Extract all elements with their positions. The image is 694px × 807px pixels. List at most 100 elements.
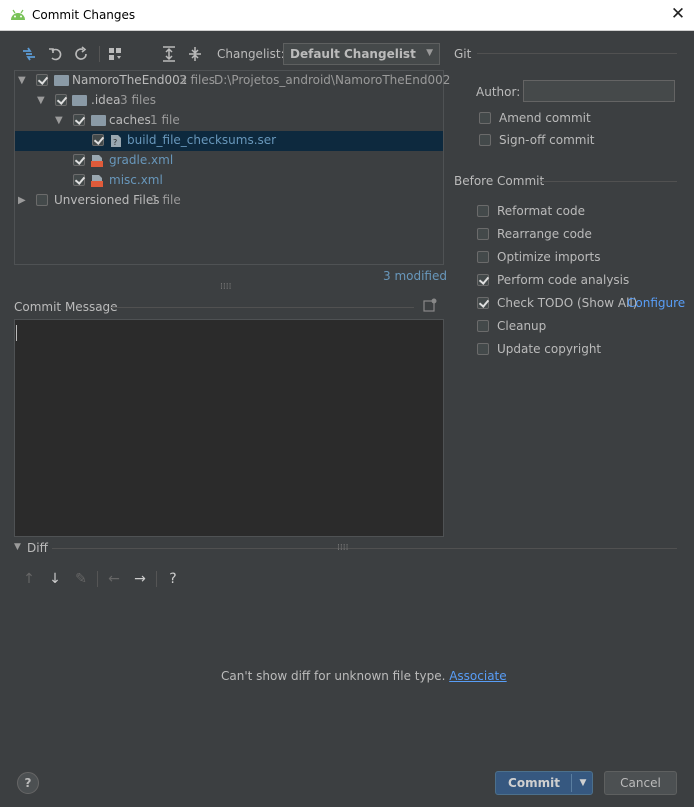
expand-arrow-icon[interactable]: ▼	[18, 75, 26, 86]
help-button[interactable]: ?	[17, 772, 39, 794]
tree-row-unversioned[interactable]: ▶ Unversioned Files 1 file	[15, 191, 443, 211]
rearrange-code-checkbox[interactable]	[477, 228, 489, 240]
reformat-code-option[interactable]: Reformat code	[477, 203, 677, 221]
tree-row-misc[interactable]: misc.xml	[15, 171, 443, 191]
check-todo-option[interactable]: Check TODO (Show All) Configure	[477, 295, 687, 313]
update-copyright-label: Update copyright	[497, 342, 602, 356]
cleanup-checkbox[interactable]	[477, 320, 489, 332]
optimize-imports-checkbox[interactable]	[477, 251, 489, 263]
close-icon[interactable]: ✕	[667, 3, 689, 25]
diff-message-text: Can't show diff for unknown file type.	[221, 669, 446, 683]
arrow-right-icon[interactable]: →	[131, 570, 149, 588]
changes-tree[interactable]: ▼ NamoroTheEnd002 3 files D:\Projetos_an…	[14, 70, 450, 265]
caches-checkbox[interactable]	[73, 114, 85, 126]
update-copyright-option[interactable]: Update copyright	[477, 341, 677, 359]
author-input[interactable]	[523, 80, 675, 102]
checksums-checkbox[interactable]	[92, 134, 104, 146]
splitter-grip-icon[interactable]: ⁞⁞⁞⁞	[220, 282, 231, 292]
arrow-left-icon[interactable]: ←	[105, 570, 123, 588]
git-section-title: Git	[454, 47, 472, 61]
arrow-up-icon[interactable]: ↑	[20, 570, 38, 588]
commit-button-label: Commit	[508, 776, 560, 790]
folder-icon	[91, 115, 106, 126]
tree-row-idea[interactable]: ▼ .idea 3 files	[15, 91, 443, 111]
commit-button[interactable]: Commit ▼	[495, 771, 593, 795]
misc-checkbox[interactable]	[73, 174, 85, 186]
author-label: Author:	[476, 85, 521, 99]
folder-icon	[72, 95, 87, 106]
cleanup-option[interactable]: Cleanup	[477, 318, 677, 336]
splitter-grip-icon[interactable]: ⁞⁞⁞⁞	[337, 543, 348, 553]
tree-row-gradle[interactable]: gradle.xml	[15, 151, 443, 171]
caches-folder-name: caches	[109, 113, 151, 127]
changelist-select[interactable]: Default Changelist ▼	[283, 43, 440, 65]
group-by-icon[interactable]	[106, 45, 124, 63]
cancel-button[interactable]: Cancel	[604, 771, 677, 795]
expand-all-icon[interactable]	[160, 45, 178, 63]
refresh-icon[interactable]	[72, 45, 90, 63]
amend-commit-label: Amend commit	[499, 111, 591, 125]
expand-arrow-icon[interactable]: ▼	[55, 115, 63, 126]
section-divider	[52, 548, 677, 549]
project-name: NamoroTheEnd002	[72, 73, 188, 87]
configure-link[interactable]: Configure	[627, 296, 685, 310]
svg-text:?: ?	[113, 138, 117, 147]
help-icon[interactable]: ?	[164, 570, 182, 588]
caches-count: 1 file	[150, 113, 180, 127]
associate-link[interactable]: Associate	[449, 669, 506, 683]
collapse-arrow-icon[interactable]: ▶	[18, 195, 26, 206]
section-divider	[110, 307, 414, 308]
check-todo-checkbox[interactable]	[477, 297, 489, 309]
project-path: D:\Projetos_android\NamoroTheEnd002	[214, 73, 451, 87]
toolbar-separator	[156, 571, 157, 587]
tree-row-caches[interactable]: ▼ caches 1 file	[15, 111, 443, 131]
diff-message: Can't show diff for unknown file type. A…	[221, 669, 507, 683]
gradle-file-name: gradle.xml	[109, 153, 174, 167]
collapse-all-icon[interactable]	[186, 45, 204, 63]
show-diff-icon[interactable]	[20, 45, 38, 63]
signoff-commit-option[interactable]: Sign-off commit	[479, 132, 679, 150]
gradle-checkbox[interactable]	[73, 154, 85, 166]
modified-count[interactable]: 3 modified	[383, 269, 447, 283]
changelist-value: Default Changelist	[290, 47, 416, 61]
code-analysis-checkbox[interactable]	[477, 274, 489, 286]
update-copyright-checkbox[interactable]	[477, 343, 489, 355]
code-analysis-label: Perform code analysis	[497, 273, 630, 287]
diff-toggle[interactable]: ▼ Diff	[14, 541, 74, 557]
checksums-file-name: build_file_checksums.ser	[127, 133, 277, 147]
expand-arrow-icon[interactable]: ▼	[37, 95, 45, 106]
commit-message-history-icon[interactable]	[423, 298, 437, 312]
code-analysis-option[interactable]: Perform code analysis	[477, 272, 677, 290]
section-divider	[477, 53, 677, 54]
amend-commit-option[interactable]: Amend commit	[479, 110, 679, 128]
project-checkbox[interactable]	[36, 74, 48, 86]
tree-row-checksums[interactable]: ? build_file_checksums.ser	[15, 131, 443, 151]
rearrange-code-option[interactable]: Rearrange code	[477, 226, 677, 244]
section-divider	[540, 181, 677, 182]
unversioned-count: 1 file	[151, 193, 181, 207]
edit-icon[interactable]: ✎	[72, 570, 90, 588]
amend-commit-checkbox[interactable]	[479, 112, 491, 124]
rearrange-code-label: Rearrange code	[497, 227, 592, 241]
tree-row-project[interactable]: ▼ NamoroTheEnd002 3 files D:\Projetos_an…	[15, 71, 450, 91]
idea-folder-name: .idea	[91, 93, 121, 107]
commit-options-chevron-icon[interactable]: ▼	[573, 772, 593, 794]
commit-message-input[interactable]	[14, 319, 444, 537]
toolbar-separator	[99, 46, 100, 62]
optimize-imports-option[interactable]: Optimize imports	[477, 249, 677, 267]
android-icon	[11, 9, 25, 20]
commit-message-label: Commit Message	[14, 300, 118, 314]
toolbar-separator	[97, 571, 98, 587]
signoff-commit-checkbox[interactable]	[479, 134, 491, 146]
before-commit-title: Before Commit	[454, 174, 545, 188]
undo-icon[interactable]	[47, 45, 65, 63]
reformat-code-label: Reformat code	[497, 204, 585, 218]
title-bar: Commit Changes ✕	[0, 0, 694, 31]
arrow-down-icon[interactable]: ↓	[46, 570, 64, 588]
chevron-down-icon: ▼	[426, 48, 433, 58]
misc-file-name: misc.xml	[109, 173, 163, 187]
unversioned-checkbox[interactable]	[36, 194, 48, 206]
text-caret	[16, 325, 17, 341]
reformat-code-checkbox[interactable]	[477, 205, 489, 217]
idea-checkbox[interactable]	[55, 94, 67, 106]
